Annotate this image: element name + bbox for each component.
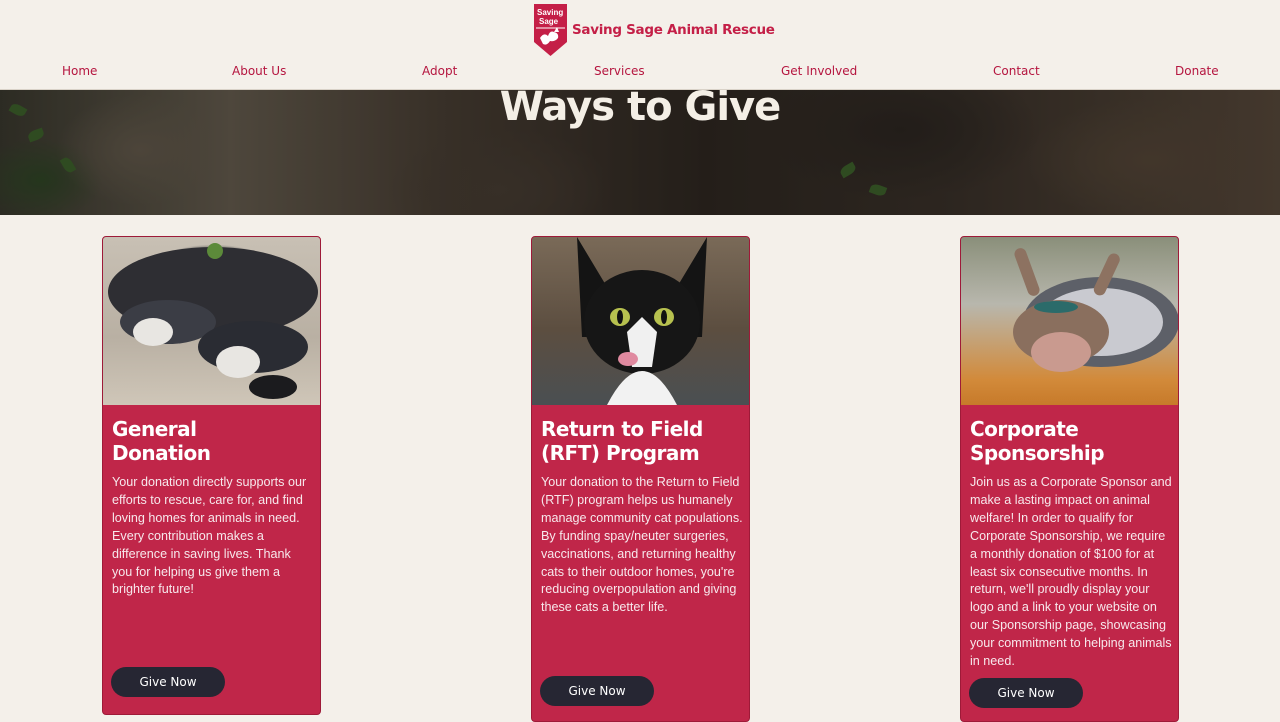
svg-text:Saving: Saving (537, 8, 563, 17)
nav-services[interactable]: Services (594, 64, 645, 78)
general-donation-card: General Donation Your donation directly … (102, 236, 321, 715)
card-title-line: General (112, 417, 197, 441)
nav-get-involved[interactable]: Get Involved (781, 64, 857, 78)
brand-name[interactable]: Saving Sage Animal Rescue (572, 22, 775, 38)
card-title-line: Sponsorship (970, 441, 1105, 465)
card-title: Return to Field (RFT) Program (541, 417, 746, 465)
hero-banner: Ways to Give (0, 90, 1280, 215)
two-sleeping-dogs-photo (103, 237, 320, 405)
rtf-program-card: Return to Field (RFT) Program Your donat… (531, 236, 750, 722)
give-now-button[interactable]: Give Now (540, 676, 654, 706)
site-header: Saving Sage Saving Sage Animal Rescue Ho… (0, 0, 1280, 90)
card-title: Corporate Sponsorship (970, 417, 1175, 465)
give-now-button[interactable]: Give Now (969, 678, 1083, 708)
nav-donate[interactable]: Donate (1175, 64, 1219, 78)
card-title-line: Return to Field (541, 417, 703, 441)
svg-text:Sage: Sage (539, 17, 559, 26)
card-description: Your donation to the Return to Field (RT… (541, 475, 743, 615)
nav-contact[interactable]: Contact (993, 64, 1040, 78)
card-description: Join us as a Corporate Sponsor and make … (970, 475, 1172, 669)
card-title-line: Corporate (970, 417, 1079, 441)
card-title: General Donation (112, 417, 317, 465)
tuxedo-cat-photo (532, 237, 749, 405)
card-title-line: (RFT) Program (541, 441, 700, 465)
card-description: Your donation directly supports our effo… (112, 475, 307, 597)
brand[interactable]: Saving Sage Saving Sage Animal Rescue (534, 4, 775, 56)
card-title-line: Donation (112, 441, 211, 465)
page-title: Ways to Give (499, 90, 782, 130)
nav-about-us[interactable]: About Us (232, 64, 286, 78)
give-now-button[interactable]: Give Now (111, 667, 225, 697)
corporate-sponsorship-card: Corporate Sponsorship Join us as a Corpo… (960, 236, 1179, 722)
nav-adopt[interactable]: Adopt (422, 64, 457, 78)
saving-sage-logo[interactable]: Saving Sage (534, 4, 567, 56)
main-nav: Home About Us Adopt Services Get Involve… (0, 64, 1280, 82)
nav-home[interactable]: Home (62, 64, 97, 78)
upside-down-dog-photo (961, 237, 1178, 405)
